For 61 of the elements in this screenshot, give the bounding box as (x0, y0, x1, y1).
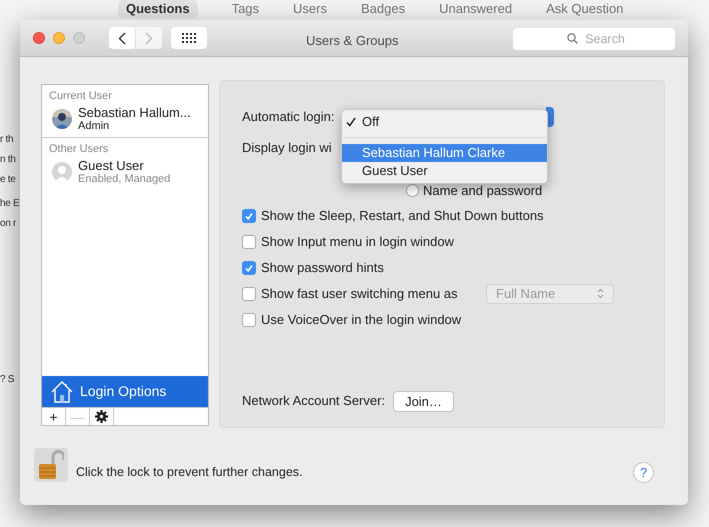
house-icon (50, 380, 74, 404)
checkbox-label: Show fast user switching menu as (261, 284, 458, 303)
checkbox[interactable] (242, 286, 256, 300)
section-heading: Other Users (48, 142, 108, 156)
menu-item[interactable]: Guest User (342, 162, 547, 180)
page-tab[interactable]: Badges (361, 0, 406, 18)
chevron-left-icon (118, 32, 126, 44)
user-name: Sebastian Hallum... (78, 105, 191, 120)
grid-icon (182, 33, 196, 43)
page-text-fragment: n th (0, 153, 16, 167)
section-heading: Current User (48, 89, 112, 103)
add-button[interactable]: + (42, 408, 66, 425)
field-label: Automatic login: (242, 108, 334, 126)
page-tab[interactable]: Tags (232, 0, 260, 18)
menu-item[interactable]: Off (342, 113, 547, 131)
user-name: Guest User (78, 158, 145, 173)
search-field[interactable]: Search (513, 28, 675, 50)
window-title: Users & Groups (306, 32, 398, 50)
padlock-icon[interactable] (34, 448, 68, 482)
checkbox[interactable] (242, 260, 256, 274)
checkbox-label: Show Input menu in login window (261, 232, 454, 251)
show-all-button[interactable] (171, 27, 207, 49)
checkbox-label: Show password hints (261, 258, 384, 277)
menu-item[interactable]: Sebastian Hallum Clarke (342, 144, 547, 162)
lock-message: Click the lock to prevent further changes. (76, 464, 303, 481)
user-role: Enabled, Managed (78, 173, 170, 186)
checkmark-icon (346, 117, 356, 127)
minimize-button[interactable] (53, 32, 65, 44)
checkmark-icon (244, 262, 254, 272)
chevron-right-icon (145, 32, 153, 44)
user-list-item[interactable]: Guest User Enabled, Managed (42, 156, 208, 186)
page-tab[interactable]: Unanswered (439, 0, 512, 18)
join-button[interactable]: Join… (393, 390, 454, 412)
user-role: Admin (78, 120, 110, 133)
checkbox-label: Show the Sleep, Restart, and Shut Down buttons (261, 206, 544, 225)
field-label: Network Account Server: (242, 392, 386, 410)
page-text-fragment: he E (0, 197, 20, 211)
checkbox[interactable] (242, 208, 256, 222)
page-tab[interactable]: Users (293, 0, 327, 18)
login-options-item[interactable]: Login Options (42, 376, 208, 407)
user-avatar (52, 109, 72, 129)
checkbox[interactable] (242, 234, 256, 248)
checkmark-icon (244, 210, 254, 220)
page-text-fragment: e te (0, 173, 16, 187)
close-button[interactable] (33, 32, 45, 44)
radio-label: Name and password (423, 182, 542, 200)
page-tab[interactable]: Ask Question (546, 0, 624, 18)
user-silhouette-icon (52, 162, 72, 182)
page-text-fragment: ? S (0, 373, 14, 387)
help-button[interactable]: ? (633, 462, 654, 482)
updown-arrows-icon (597, 288, 604, 299)
checkbox-label: Use VoiceOver in the login window (261, 310, 462, 329)
back-button[interactable] (109, 27, 135, 49)
user-list-item[interactable]: Sebastian Hallum... Admin (42, 103, 208, 133)
radio-button[interactable] (406, 184, 419, 198)
page-text-fragment: r th (0, 133, 14, 147)
page-text-fragment: on r (0, 217, 16, 231)
search-icon (567, 33, 578, 44)
checkbox[interactable] (242, 312, 256, 326)
field-label: Display login wi (242, 139, 332, 158)
page-tab[interactable]: Questions (118, 0, 198, 18)
